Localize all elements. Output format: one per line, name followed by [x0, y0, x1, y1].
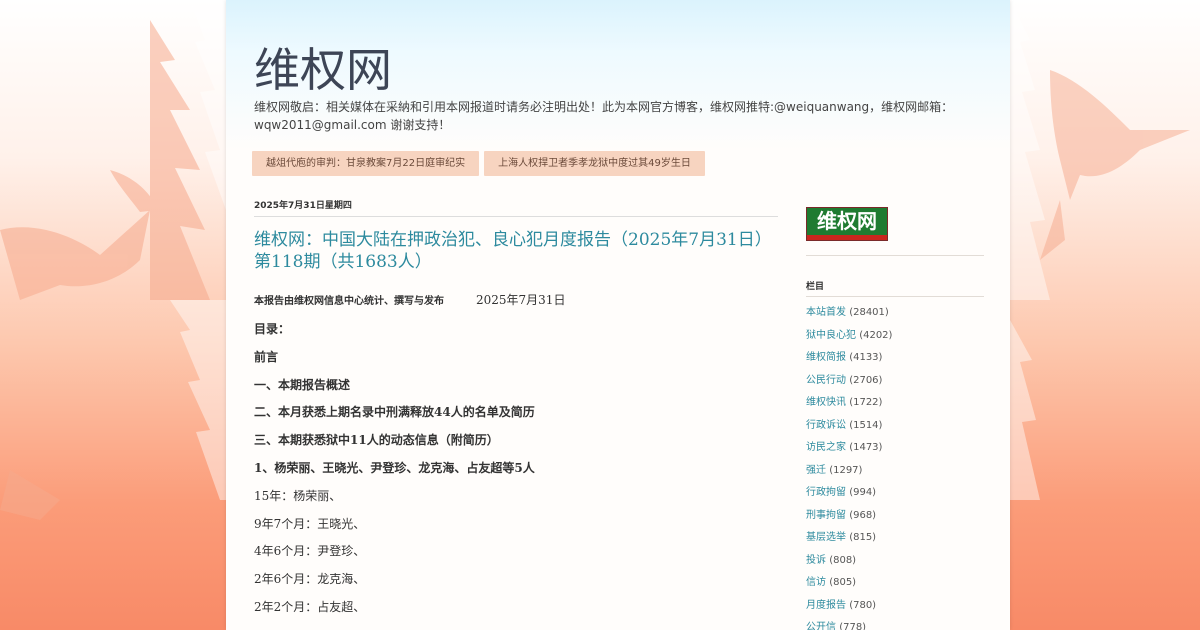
category-link[interactable]: 信访: [806, 577, 826, 588]
category-link[interactable]: 行政拘留: [806, 487, 846, 498]
post-byline: 本报告由维权网信息中心统计、撰写与发布 2025年7月31日: [254, 291, 778, 308]
category-count: (780): [849, 599, 877, 611]
category-count: (4133): [849, 352, 883, 363]
category-count: (805): [829, 577, 857, 588]
category-link[interactable]: 本站首发: [806, 307, 846, 318]
category-item[interactable]: 公开信 (778): [806, 617, 984, 630]
background-decoration-left: [0, 0, 226, 630]
post-line: 1、杨荣丽、王晓光、尹登珍、龙克海、占友超等5人: [254, 460, 535, 475]
post-line: 15年：杨荣丽、: [254, 488, 342, 503]
featured-tabs: 越俎代庖的审判：甘泉教案7月22日庭审纪实 上海人权捍卫者季孝龙狱中度过其49岁…: [252, 151, 705, 176]
logo-text: 维权网: [807, 208, 887, 235]
category-item[interactable]: 行政诉讼 (1514): [806, 415, 984, 438]
divider: [806, 255, 984, 256]
tab-featured-2[interactable]: 上海人权捍卫者季孝龙狱中度过其49岁生日: [484, 151, 705, 176]
category-link[interactable]: 维权快讯: [806, 397, 846, 408]
category-link[interactable]: 维权简报: [806, 352, 846, 363]
post-body: 目录： 前言 一、本期报告概述 二、本月获悉上期名录中刑满释放44人的名单及简历…: [254, 316, 778, 622]
widget-title-categories: 栏目: [806, 279, 984, 297]
category-count: (4202): [859, 329, 893, 341]
category-link[interactable]: 公民行动: [806, 375, 846, 386]
category-item[interactable]: 刑事拘留 (968): [806, 505, 984, 528]
post-line: 9年7个月：王晓光、: [254, 516, 366, 531]
category-count: (2706): [849, 374, 883, 386]
category-count: (28401): [849, 307, 889, 318]
category-link[interactable]: 强迁: [806, 465, 826, 476]
post-line: 2年2个月：占友超、: [254, 599, 366, 614]
category-item[interactable]: 投诉 (808): [806, 550, 984, 573]
category-item[interactable]: 公民行动 (2706): [806, 370, 984, 393]
tab-featured-1[interactable]: 越俎代庖的审判：甘泉教案7月22日庭审纪实: [252, 151, 480, 176]
post-line: 二、本月获悉上期名录中刑满释放44人的名单及简历: [254, 405, 535, 420]
post-line: 4年6个月：尹登珍、: [254, 544, 366, 559]
byline-text: 本报告由维权网信息中心统计、撰写与发布: [254, 296, 444, 307]
hummingbird-silhouette-icon: [0, 0, 226, 520]
category-link[interactable]: 刑事拘留: [806, 510, 846, 521]
category-link[interactable]: 月度报告: [806, 600, 846, 611]
category-count: (1297): [829, 464, 863, 476]
category-link[interactable]: 行政诉讼: [806, 420, 846, 431]
category-item[interactable]: 维权快讯 (1722): [806, 392, 984, 415]
category-count: (1473): [849, 442, 883, 453]
category-count: (968): [849, 509, 877, 521]
category-count: (778): [839, 622, 867, 630]
category-item[interactable]: 行政拘留 (994): [806, 482, 984, 505]
category-item[interactable]: 基层选举 (815): [806, 527, 984, 550]
category-count: (1722): [849, 397, 883, 408]
category-item[interactable]: 月度报告 (780): [806, 595, 984, 618]
category-count: (815): [849, 532, 877, 543]
category-count: (994): [849, 487, 877, 498]
main-column: 2025年7月31日星期四 维权网：中国大陆在押政治犯、良心犯月度报告（2025…: [254, 198, 778, 622]
hummingbird-silhouette-icon: [1010, 0, 1190, 500]
category-link[interactable]: 狱中良心犯: [806, 330, 856, 341]
category-count: (1514): [849, 419, 883, 431]
category-item[interactable]: 强迁 (1297): [806, 460, 984, 483]
category-link[interactable]: 访民之家: [806, 442, 846, 453]
date-header: 2025年7月31日星期四: [254, 198, 778, 217]
byline-date: 2025年7月31日: [476, 293, 566, 307]
sidebar: 维权网 栏目 本站首发 (28401) 狱中良心犯 (4202) 维权简报 (4…: [806, 207, 984, 630]
blog-description: 维权网敬启：相关媒体在采納和引用本网报道时请务必注明出处！此为本网官方博客，维权…: [254, 100, 954, 132]
category-link[interactable]: 基层选举: [806, 532, 846, 543]
post-title[interactable]: 维权网：中国大陆在押政治犯、良心犯月度报告（2025年7月31日）第118期（共…: [254, 229, 778, 273]
background-decoration-right: [1010, 0, 1200, 630]
category-item[interactable]: 狱中良心犯 (4202): [806, 325, 984, 348]
category-list: 本站首发 (28401) 狱中良心犯 (4202) 维权简报 (4133) 公民…: [806, 302, 984, 630]
category-item[interactable]: 信访 (805): [806, 572, 984, 595]
post-line: 目录：: [254, 322, 291, 336]
category-link[interactable]: 投诉: [806, 555, 826, 566]
category-link[interactable]: 公开信: [806, 622, 836, 630]
sidebar-logo[interactable]: 维权网: [806, 207, 888, 241]
category-item[interactable]: 维权简报 (4133): [806, 347, 984, 370]
logo-stripe: [807, 235, 887, 240]
post-line: 2年6个月：龙克海、: [254, 572, 366, 587]
post-line: 前言: [254, 349, 279, 364]
blog-page: 维权网 维权网敬启：相关媒体在采納和引用本网报道时请务必注明出处！此为本网官方博…: [226, 0, 1010, 630]
post-line: 三、本期获悉狱中11人的动态信息（附简历）: [254, 433, 499, 448]
category-item[interactable]: 访民之家 (1473): [806, 437, 984, 460]
category-count: (808): [829, 554, 857, 566]
category-item[interactable]: 本站首发 (28401): [806, 302, 984, 325]
blog-title[interactable]: 维权网: [254, 34, 392, 100]
post-line: 一、本期报告概述: [254, 377, 351, 392]
